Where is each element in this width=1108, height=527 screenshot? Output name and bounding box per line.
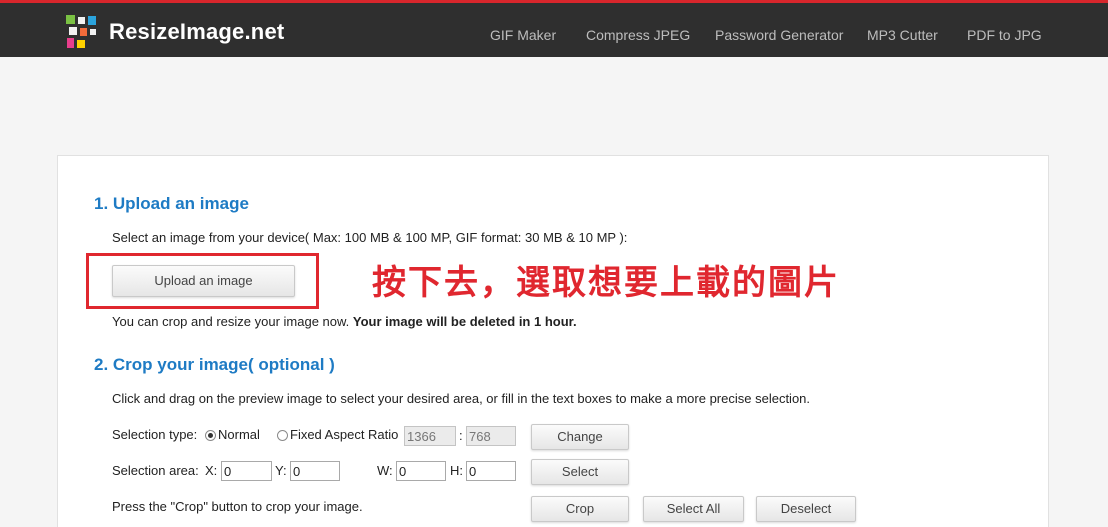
step1-note-bold: Your image will be deleted in 1 hour. [352,314,577,329]
logo-icon[interactable] [64,13,100,51]
radio-normal-label[interactable]: Normal [218,427,260,442]
brand-name[interactable]: ResizeImage.net [109,19,284,45]
step2-title: 2. Crop your image( optional ) [94,355,335,374]
w-label: W: [377,463,393,478]
y-input[interactable] [290,461,340,481]
radio-fixed-aspect-ratio[interactable] [277,430,288,441]
ratio-height-input[interactable] [466,426,516,446]
select-all-button[interactable]: Select All [643,496,744,522]
ratio-width-input[interactable] [404,426,456,446]
h-label: H: [450,463,463,478]
change-button[interactable]: Change [531,424,629,450]
nav-mp3-cutter[interactable]: MP3 Cutter [867,27,938,43]
step1-note-plain: You can crop and resize your image now. [112,314,350,329]
upload-image-button[interactable]: Upload an image [112,265,295,297]
x-label: X: [205,463,218,478]
crop-hint: Press the "Crop" button to crop your ima… [112,499,363,514]
w-input[interactable] [396,461,446,481]
x-input[interactable] [221,461,272,481]
annotation-text: 按下去，選取想要上載的圖片 [372,263,840,303]
nav-compress-jpeg[interactable]: Compress JPEG [586,27,690,43]
top-navigation-bar: ResizeImage.net GIF Maker Compress JPEG … [0,0,1108,57]
radio-normal[interactable] [205,430,216,441]
nav-gif-maker[interactable]: GIF Maker [490,27,556,43]
selection-type-label: Selection type: [112,427,198,442]
deselect-button[interactable]: Deselect [756,496,856,522]
ratio-separator: : [459,428,463,443]
h-input[interactable] [466,461,516,481]
step1-hint: Select an image from your device( Max: 1… [112,230,628,245]
selection-area-label: Selection area: [112,463,199,478]
step1-note: You can crop and resize your image now. … [112,314,577,329]
radio-fixed-aspect-ratio-label[interactable]: Fixed Aspect Ratio [290,427,398,442]
step1-title: 1. Upload an image [94,194,249,213]
step2-hint: Click and drag on the preview image to s… [112,391,811,406]
y-label: Y: [275,463,287,478]
nav-pdf-to-jpg[interactable]: PDF to JPG [967,27,1042,43]
select-button[interactable]: Select [531,459,629,485]
nav-password-generator[interactable]: Password Generator [715,27,843,43]
crop-button[interactable]: Crop [531,496,629,522]
